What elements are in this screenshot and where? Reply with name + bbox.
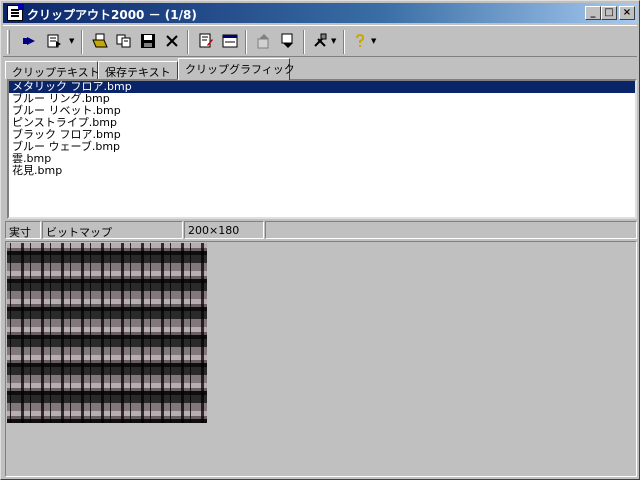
paste-icon: [47, 34, 61, 48]
open-icon: [92, 33, 108, 48]
image-preview-pane[interactable]: [5, 241, 637, 477]
toolbar-separator: [303, 30, 305, 54]
minimize-button[interactable]: _: [585, 6, 601, 20]
app-window: クリップアウト2000 － (1/8) _ □ × ▼ ▼ ▼ クリップテキスト…: [0, 0, 640, 480]
status-bar: 実寸 ビットマップ 200×180: [5, 221, 637, 239]
tab-clip-graphic[interactable]: クリップグラフィック: [178, 58, 295, 80]
edit-icon: [199, 33, 213, 48]
status-zoom-mode: 実寸: [5, 221, 41, 239]
copy-button[interactable]: [113, 30, 135, 52]
open-button[interactable]: [89, 30, 111, 52]
tools-dropdown-icon[interactable]: ▼: [331, 38, 338, 45]
list-item[interactable]: 花見.bmp: [9, 165, 635, 177]
toolbar-separator: [245, 30, 247, 54]
edit-button[interactable]: [195, 30, 217, 52]
delete-button[interactable]: [161, 30, 183, 52]
maximize-button[interactable]: □: [601, 6, 617, 20]
tools-icon: [314, 33, 327, 47]
list-item[interactable]: 雲.bmp: [9, 153, 635, 165]
help-button[interactable]: [349, 30, 371, 52]
toolbar-separator: [187, 30, 189, 54]
title-bar[interactable]: クリップアウト2000 － (1/8) _ □ ×: [3, 3, 637, 23]
close-button[interactable]: ×: [619, 6, 635, 20]
move-down-button[interactable]: [277, 30, 299, 52]
tab-clip-text[interactable]: クリップテキスト: [5, 61, 100, 79]
toolbar-grip[interactable]: [7, 30, 10, 54]
toolbar-separator: [343, 30, 345, 54]
metallic-floor-image: [7, 243, 207, 423]
help-dropdown-icon[interactable]: ▼: [371, 38, 378, 45]
tab-saved-text[interactable]: 保存テキスト: [98, 61, 178, 79]
view-icon: [222, 34, 238, 48]
view-button[interactable]: [219, 30, 241, 52]
save-icon: [141, 34, 155, 48]
window-title: クリップアウト2000 － (1/8): [27, 8, 197, 22]
list-item[interactable]: ブルー ウェーブ.bmp: [9, 141, 635, 153]
copy-icon: [116, 34, 131, 48]
clip-list[interactable]: メタリック フロア.bmp ブルー リング.bmp ブルー リベット.bmp ピ…: [7, 79, 637, 219]
delete-icon: [166, 35, 178, 47]
tools-button[interactable]: [309, 30, 331, 52]
app-icon[interactable]: [7, 4, 24, 21]
status-extra: [265, 221, 637, 239]
save-button[interactable]: [137, 30, 159, 52]
paste-button[interactable]: [43, 30, 65, 52]
run-icon: [23, 37, 35, 45]
toolbar-separator: [81, 30, 83, 54]
move-up-icon: [257, 34, 269, 49]
status-image-size: 200×180: [184, 221, 264, 239]
move-down-icon: [281, 33, 293, 48]
status-image-type: ビットマップ: [42, 221, 183, 239]
help-icon: [356, 33, 365, 47]
run-button[interactable]: [19, 30, 41, 52]
move-up-button[interactable]: [253, 30, 275, 52]
paste-dropdown-icon[interactable]: ▼: [69, 38, 76, 45]
toolbar: ▼ ▼ ▼: [3, 25, 637, 57]
